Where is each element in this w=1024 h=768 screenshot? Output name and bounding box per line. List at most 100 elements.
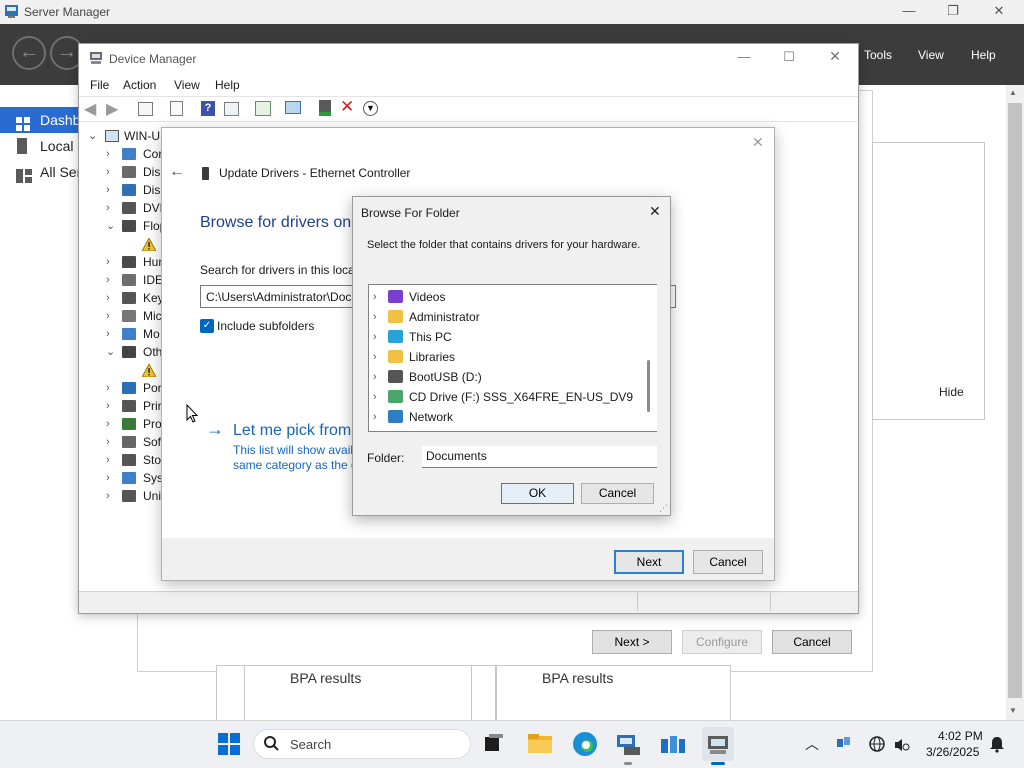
sm-minimize-button[interactable]: — xyxy=(886,0,932,24)
folder-tree-item[interactable]: › This PC xyxy=(369,327,639,347)
dm-tree-expander[interactable]: › xyxy=(106,253,110,271)
dm-tree-item[interactable]: › Stor xyxy=(79,451,165,469)
dm-tree-item[interactable]: › Por xyxy=(79,379,162,397)
sm-next-button[interactable]: Next > xyxy=(592,630,672,654)
wizard-next-button[interactable]: Next xyxy=(614,550,684,574)
tray-overflow-chevron-icon[interactable]: ︿ xyxy=(805,734,819,754)
dm-tree-item[interactable]: › IDE xyxy=(79,271,163,289)
sm-scroll-down-arrow[interactable]: ▼ xyxy=(1009,706,1017,715)
dm-tree-expander[interactable]: › xyxy=(106,325,110,343)
edge-browser-icon[interactable] xyxy=(569,727,601,761)
include-subfolders-label[interactable]: Include subfolders xyxy=(217,319,314,333)
expand-chevron-icon[interactable]: › xyxy=(373,347,377,367)
wizard-close-button[interactable]: ✕ xyxy=(752,134,764,151)
sm-back-button[interactable]: ← xyxy=(12,36,46,70)
dm-tree-item[interactable]: › Mo xyxy=(79,325,161,343)
dm-tree-item[interactable]: › Disp xyxy=(79,181,167,199)
dm-tree-expander[interactable]: › xyxy=(106,145,110,163)
dm-tree-item[interactable]: › Syst xyxy=(79,469,166,487)
dm-minimize-button[interactable]: — xyxy=(729,49,759,64)
monitor-icon[interactable] xyxy=(285,101,301,114)
sidebar-item-local-server[interactable]: Local Server xyxy=(0,133,80,159)
back-arrow-icon[interactable]: ◀ xyxy=(84,99,96,119)
sm-bpa-results-2[interactable]: BPA results xyxy=(542,670,613,686)
view-pane-icon[interactable] xyxy=(224,102,239,116)
sidebar-item-all-servers[interactable]: All Servers xyxy=(0,159,80,185)
dm-tree-item[interactable]: ⌄ Oth xyxy=(79,343,162,361)
expand-chevron-icon[interactable]: › xyxy=(373,367,377,387)
dm-tree-item[interactable]: › Disk xyxy=(79,163,166,181)
dm-tree-expander[interactable]: › xyxy=(106,271,110,289)
wizard-back-button[interactable]: ← xyxy=(169,163,185,181)
dm-tree-root[interactable]: WIN-U xyxy=(124,127,160,145)
sm-close-button[interactable]: ✕ xyxy=(976,0,1022,24)
dm-tree-expander[interactable]: › xyxy=(106,289,110,307)
storage-app-icon[interactable] xyxy=(657,727,689,761)
dm-tree-item[interactable]: › Prir xyxy=(79,397,162,415)
forward-arrow-icon[interactable]: ▶ xyxy=(106,99,118,119)
folder-tree-item[interactable]: › CD Drive (F:) SSS_X64FRE_EN-US_DV9 xyxy=(369,387,639,407)
sm-menu-view[interactable]: View xyxy=(918,48,944,62)
start-button[interactable] xyxy=(213,727,245,761)
folder-tree-item[interactable]: › Videos xyxy=(369,287,639,307)
dm-tree-expander[interactable]: › xyxy=(106,469,110,487)
dm-tree-item[interactable]: › Pro xyxy=(79,415,162,433)
dm-tree-root-expander[interactable]: ⌄ xyxy=(88,129,97,142)
sidebar-item-dashboard[interactable]: Dashboard xyxy=(0,107,80,133)
folder-tree-scroll-thumb[interactable] xyxy=(647,360,650,412)
resize-grip-icon[interactable]: ⋰ xyxy=(659,503,668,514)
dm-tree-expander[interactable]: › xyxy=(106,199,110,217)
help-icon[interactable]: ? xyxy=(201,101,215,116)
scan-hardware-icon[interactable] xyxy=(255,101,271,116)
uninstall-device-icon[interactable]: ✕ xyxy=(340,97,354,117)
expand-chevron-icon[interactable]: › xyxy=(373,327,377,347)
server-manager-taskbar-icon[interactable] xyxy=(612,727,644,765)
dm-tree-expander[interactable]: › xyxy=(106,433,110,451)
folder-tree-item[interactable]: › Network xyxy=(369,407,639,427)
dm-menu-help[interactable]: Help xyxy=(215,78,240,92)
folder-tree[interactable]: › Videos › Administrator › This PC › Libraries ›… xyxy=(368,284,657,432)
notification-bell-icon[interactable] xyxy=(988,735,1006,753)
dm-tree-item[interactable]: › Mic xyxy=(79,307,162,325)
file-explorer-icon[interactable] xyxy=(524,727,556,761)
sm-cancel-button[interactable]: Cancel xyxy=(772,630,852,654)
wizard-cancel-button[interactable]: Cancel xyxy=(693,550,763,574)
sm-menu-tools[interactable]: Tools xyxy=(864,48,892,62)
dm-menu-action[interactable]: Action xyxy=(123,78,156,92)
properties-icon[interactable] xyxy=(138,102,153,116)
dm-tree-expander[interactable]: ⌄ xyxy=(106,217,115,235)
dm-tree-item[interactable] xyxy=(79,235,161,253)
sm-scroll-up-arrow[interactable]: ▲ xyxy=(1009,88,1017,97)
pick-from-list-link[interactable]: Let me pick from xyxy=(233,422,351,440)
dm-tree-expander[interactable]: › xyxy=(106,379,110,397)
network-status-icon[interactable] xyxy=(836,736,852,750)
taskbar-search-box[interactable]: Search xyxy=(253,729,471,759)
speaker-muted-icon[interactable] xyxy=(894,738,910,752)
sm-scroll-thumb[interactable] xyxy=(1008,103,1022,698)
sm-configure-button[interactable]: Configure xyxy=(682,630,762,654)
dm-tree-expander[interactable]: › xyxy=(106,307,110,325)
dm-tree-expander[interactable]: › xyxy=(106,451,110,469)
task-view-icon[interactable] xyxy=(478,727,510,761)
sm-restore-button[interactable]: ❐ xyxy=(930,0,976,24)
document-icon[interactable] xyxy=(170,101,183,116)
dm-tree-expander[interactable]: › xyxy=(106,163,110,181)
update-driver-icon[interactable] xyxy=(319,100,331,116)
dm-tree-item[interactable]: › Hur xyxy=(79,253,162,271)
include-subfolders-checkbox[interactable]: ✓ xyxy=(200,319,214,333)
sm-menu-help[interactable]: Help xyxy=(971,48,996,62)
dm-close-button[interactable]: ✕ xyxy=(820,48,850,65)
bff-close-button[interactable]: ✕ xyxy=(649,203,661,220)
pick-arrow-icon[interactable]: → xyxy=(206,419,224,440)
expand-chevron-icon[interactable]: › xyxy=(373,387,377,407)
folder-name-input[interactable]: Documents xyxy=(422,446,657,468)
folder-tree-item[interactable]: › BootUSB (D:) xyxy=(369,367,639,387)
dm-tree-item[interactable]: › Soft xyxy=(79,433,164,451)
dm-tree-expander[interactable]: › xyxy=(106,181,110,199)
bff-cancel-button[interactable]: Cancel xyxy=(581,483,654,504)
expand-chevron-icon[interactable]: › xyxy=(373,407,377,427)
sm-hide-link[interactable]: Hide xyxy=(939,385,964,399)
bff-ok-button[interactable]: OK xyxy=(501,483,574,504)
device-manager-taskbar-icon[interactable] xyxy=(702,727,734,765)
dm-tree-item[interactable] xyxy=(79,361,161,379)
